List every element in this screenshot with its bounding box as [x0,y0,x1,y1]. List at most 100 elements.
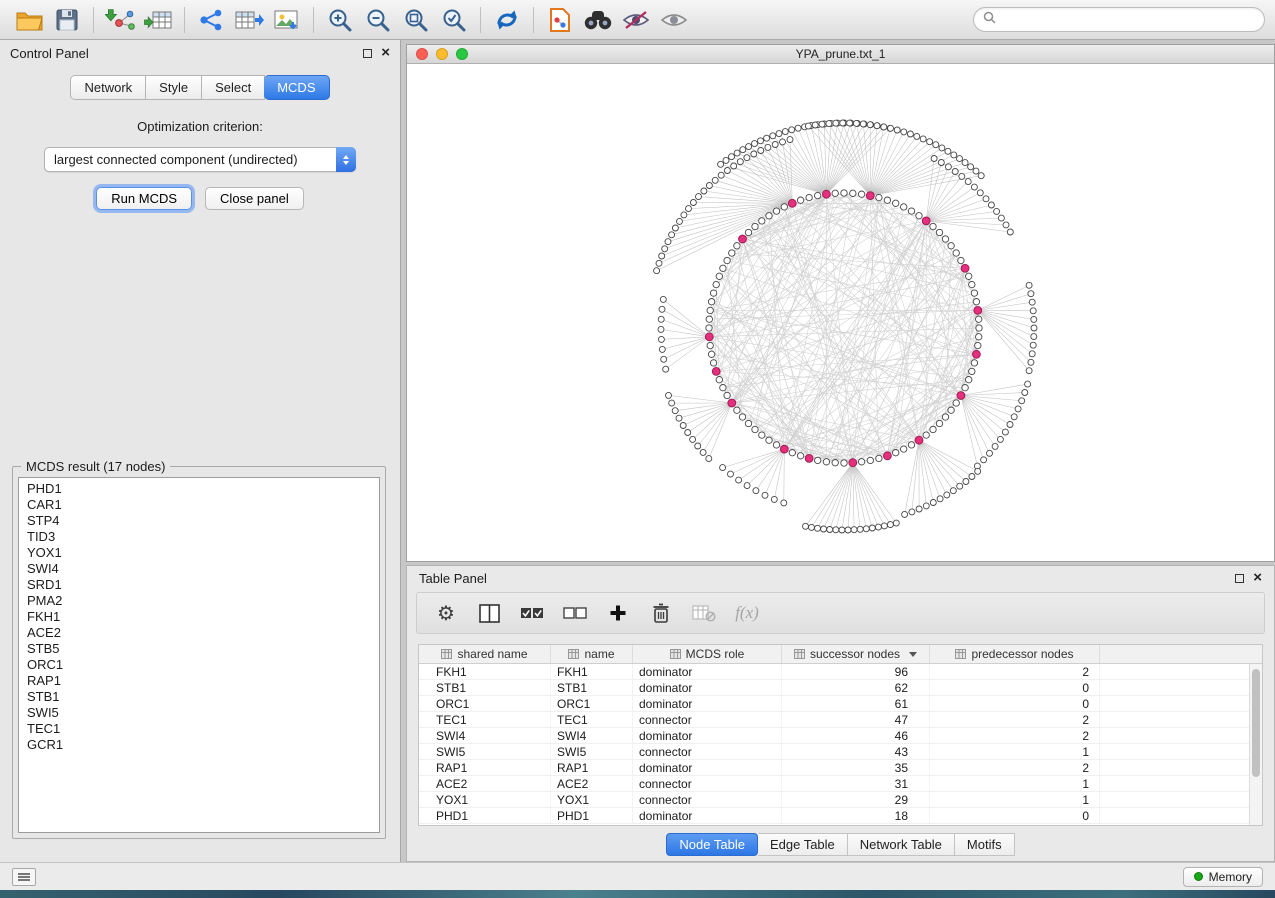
table-cell[interactable]: dominator [633,808,782,823]
table-cell[interactable]: 31 [782,776,930,791]
column-header-mcds-role[interactable]: MCDS role [633,645,782,663]
mcds-result-item[interactable]: SWI4 [19,561,379,577]
tab-mcds[interactable]: MCDS [264,75,329,100]
tab-network[interactable]: Network [70,75,146,100]
tab-node-table[interactable]: Node Table [666,833,758,856]
apply-layout-icon[interactable] [488,4,526,36]
close-table-panel-icon[interactable]: × [1253,573,1262,583]
table-cell[interactable]: 1 [930,776,1100,791]
table-cell[interactable]: 47 [782,712,930,727]
search-input[interactable] [1002,13,1255,27]
table-row[interactable]: ACE2ACE2connector311 [419,776,1262,792]
table-settings-gear-icon[interactable]: ⚙ [433,598,459,628]
table-cell[interactable]: 2 [930,664,1100,679]
column-header-shared-name[interactable]: shared name [419,645,551,663]
column-header-successor-nodes[interactable]: successor nodes [782,645,930,663]
table-cell[interactable]: TEC1 [419,712,551,727]
table-cell[interactable]: connector [633,712,782,727]
table-cell[interactable]: 2 [930,712,1100,727]
table-cell[interactable]: ORC1 [551,696,633,711]
import-table-icon[interactable] [139,4,177,36]
delete-column-icon[interactable] [648,598,674,628]
mcds-result-item[interactable]: STP4 [19,513,379,529]
show-graphics-details-icon[interactable] [655,4,693,36]
mcds-result-item[interactable]: STB5 [19,641,379,657]
column-header-name[interactable]: name [551,645,633,663]
table-cell[interactable]: SWI5 [419,744,551,759]
run-mcds-button[interactable]: Run MCDS [96,187,192,210]
table-cell[interactable]: 62 [782,680,930,695]
add-column-icon[interactable] [605,598,631,628]
table-row[interactable]: RAP1RAP1dominator352 [419,760,1262,776]
table-cell[interactable]: dominator [633,696,782,711]
zoom-selected-icon[interactable] [435,4,473,36]
binoculars-icon[interactable] [579,4,617,36]
table-cell[interactable]: YOX1 [551,792,633,807]
window-close-icon[interactable] [416,48,428,60]
table-cell[interactable]: 0 [930,808,1100,823]
mcds-result-item[interactable]: TID3 [19,529,379,545]
table-row[interactable]: PHD1PHD1dominator180 [419,808,1262,824]
table-cell[interactable]: 2 [930,728,1100,743]
mcds-result-item[interactable]: YOX1 [19,545,379,561]
table-cell[interactable]: 0 [930,696,1100,711]
select-all-icon[interactable] [519,598,545,628]
table-cell[interactable]: STB1 [419,680,551,695]
table-cell[interactable]: PHD1 [419,808,551,823]
zoom-in-icon[interactable] [321,4,359,36]
table-cell[interactable]: connector [633,776,782,791]
table-cell[interactable]: connector [633,744,782,759]
open-folder-icon[interactable] [10,4,48,36]
task-history-icon[interactable] [12,868,36,886]
table-cell[interactable]: ORC1 [419,696,551,711]
table-row[interactable]: FKH1FKH1dominator962 [419,664,1262,680]
table-scrollbar[interactable] [1249,664,1262,825]
table-cell[interactable]: ACE2 [419,776,551,791]
mcds-result-item[interactable]: TEC1 [19,721,379,737]
table-row[interactable]: STB1STB1dominator620 [419,680,1262,696]
optimization-criterion-dropdown[interactable]: largest connected component (undirected) [44,147,356,172]
hide-graphics-details-icon[interactable] [617,4,655,36]
mcds-result-item[interactable]: SWI5 [19,705,379,721]
table-cell[interactable]: 2 [930,760,1100,775]
mcds-result-item[interactable]: PMA2 [19,593,379,609]
table-cell[interactable]: 18 [782,808,930,823]
network-window-titlebar[interactable]: YPA_prune.txt_1 [407,45,1274,64]
table-cell[interactable]: 35 [782,760,930,775]
search-field[interactable] [973,7,1265,32]
mcds-result-item[interactable]: ACE2 [19,625,379,641]
table-cell[interactable]: 0 [930,680,1100,695]
table-cell[interactable]: SWI4 [419,728,551,743]
tab-network-table[interactable]: Network Table [848,833,955,856]
table-cell[interactable]: SWI5 [551,744,633,759]
table-row[interactable]: TEC1TEC1connector472 [419,712,1262,728]
import-network-icon[interactable] [101,4,139,36]
tab-edge-table[interactable]: Edge Table [758,833,848,856]
mcds-result-item[interactable]: CAR1 [19,497,379,513]
close-panel-icon[interactable]: × [381,48,390,58]
tab-style[interactable]: Style [146,75,202,100]
close-panel-button[interactable]: Close panel [205,187,304,210]
column-header-predecessor-nodes[interactable]: predecessor nodes [930,645,1100,663]
table-cell[interactable]: 96 [782,664,930,679]
window-minimize-icon[interactable] [436,48,448,60]
export-network-icon[interactable] [192,4,230,36]
deselect-all-icon[interactable] [562,598,588,628]
mcds-result-item[interactable]: STB1 [19,689,379,705]
table-cell[interactable]: RAP1 [551,760,633,775]
tab-select[interactable]: Select [202,75,265,100]
table-cell[interactable]: PHD1 [551,808,633,823]
mcds-result-item[interactable]: RAP1 [19,673,379,689]
mcds-result-item[interactable]: PHD1 [19,481,379,497]
table-cell[interactable]: SWI4 [551,728,633,743]
show-columns-icon[interactable] [476,598,502,628]
tab-motifs[interactable]: Motifs [955,833,1015,856]
table-cell[interactable]: connector [633,792,782,807]
table-cell[interactable]: 1 [930,792,1100,807]
table-cell[interactable]: 46 [782,728,930,743]
table-cell[interactable]: YOX1 [419,792,551,807]
float-table-panel-icon[interactable] [1235,574,1244,583]
table-row[interactable]: ORC1ORC1dominator610 [419,696,1262,712]
dropdown-stepper-icon[interactable] [336,147,356,172]
share-document-icon[interactable] [541,4,579,36]
